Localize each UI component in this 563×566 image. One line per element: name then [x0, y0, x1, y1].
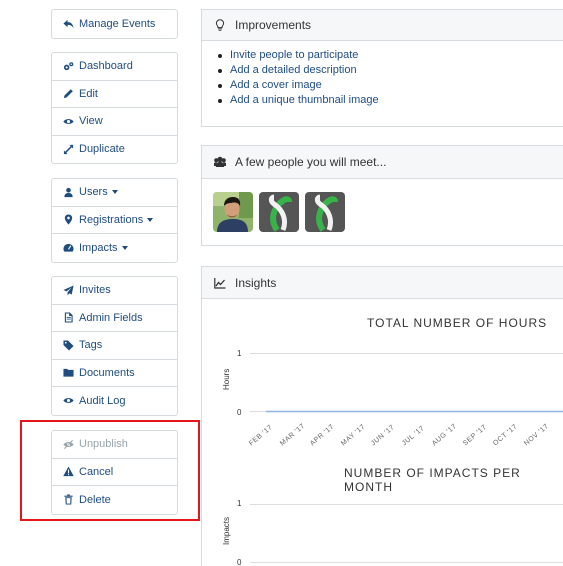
y-axis-label: Impacts: [222, 516, 231, 545]
sidebar-item-tags[interactable]: Tags: [52, 332, 177, 360]
reply-icon: [62, 18, 74, 30]
avatar-list: [202, 179, 563, 232]
improvement-link[interactable]: Add a cover image: [216, 78, 563, 93]
tag-icon: [62, 339, 74, 351]
sidebar-item-audit-log[interactable]: Audit Log: [52, 387, 177, 415]
sidebar-item-dashboard[interactable]: Dashboard: [52, 53, 177, 81]
sidebar-item-registrations[interactable]: Registrations: [52, 207, 177, 234]
eye-icon: [62, 115, 74, 127]
file-text-icon: [62, 312, 74, 324]
sidebar-item-documents[interactable]: Documents: [52, 360, 177, 387]
manage-events-group: Manage Events: [51, 9, 178, 39]
avatar[interactable]: [259, 192, 299, 232]
people-panel: A few people you will meet...: [201, 145, 563, 246]
sidebar-item-label: Documents: [79, 366, 135, 379]
line-chart-icon: [213, 276, 227, 290]
avatar[interactable]: [213, 192, 253, 232]
sidebar-item-label: Dashboard: [79, 60, 133, 73]
map-marker-icon: [62, 214, 74, 226]
sidebar-item-users[interactable]: Users: [52, 179, 177, 207]
gears-icon: [62, 60, 74, 72]
insights-header: Insights: [202, 267, 563, 299]
improvements-header: Improvements: [202, 10, 563, 41]
sidebar-item-label: Admin Fields: [79, 311, 143, 324]
improvements-list: Invite people to participate Add a detai…: [202, 41, 563, 108]
sidebar-item-label: Edit: [79, 87, 98, 100]
hours-chart: [250, 353, 563, 413]
sidebar-item-label: View: [79, 115, 103, 128]
y-tick-label: 1: [237, 349, 242, 358]
sidebar-item-label: Invites: [79, 284, 111, 297]
sidebar-item-impacts[interactable]: Impacts: [52, 234, 177, 262]
improvement-link[interactable]: Add a detailed description: [216, 63, 563, 78]
sidebar-item-invites[interactable]: Invites: [52, 277, 177, 305]
y-tick-label: 0: [237, 408, 242, 417]
y-tick-label: 1: [237, 499, 242, 508]
folder-icon: [62, 367, 74, 379]
y-axis-label: Hours: [222, 368, 231, 390]
chevron-down-icon: [147, 217, 154, 222]
insights-title: Insights: [235, 275, 277, 290]
manage-events-label: Manage Events: [79, 17, 156, 30]
improvements-panel: Improvements Invite people to participat…: [201, 9, 563, 127]
improvements-title: Improvements: [235, 18, 312, 32]
lightbulb-icon: [213, 18, 227, 32]
expand-arrows-icon: [62, 143, 74, 155]
chevron-down-icon: [111, 190, 118, 195]
user-icon: [62, 186, 74, 198]
paper-plane-icon: [62, 284, 74, 296]
highlight-box: [20, 420, 200, 521]
event-actions-group: Dashboard Edit View Duplicate: [51, 52, 178, 164]
sidebar-item-view[interactable]: View: [52, 108, 177, 136]
sidebar-item-edit[interactable]: Edit: [52, 81, 177, 108]
impacts-chart: [250, 504, 563, 563]
people-header: A few people you will meet...: [202, 146, 563, 179]
sidebar-item-label: Audit Log: [79, 394, 126, 407]
improvement-link[interactable]: Invite people to participate: [216, 48, 563, 63]
manage-events-button[interactable]: Manage Events: [52, 10, 177, 38]
sidebar-item-label: Registrations: [79, 213, 144, 226]
chart-title: TOTAL NUMBER OF HOURS: [367, 316, 548, 330]
sidebar-item-admin-fields[interactable]: Admin Fields: [52, 305, 177, 332]
sidebar-item-label: Duplicate: [79, 143, 125, 156]
people-title: A few people you will meet...: [235, 155, 387, 169]
eye-icon: [62, 395, 74, 407]
pencil-icon: [62, 88, 74, 100]
avatar[interactable]: [305, 192, 345, 232]
improvement-link[interactable]: Add a unique thumbnail image: [216, 93, 563, 108]
sidebar-item-label: Tags: [79, 339, 103, 352]
y-tick-label: 0: [237, 558, 242, 566]
tachometer-icon: [62, 242, 74, 254]
admin-actions-group: Invites Admin Fields Tags Documents Audi…: [51, 276, 178, 416]
sidebar-item-label: Users: [79, 186, 108, 199]
users-icon: [213, 155, 227, 169]
sidebar-item-duplicate[interactable]: Duplicate: [52, 136, 177, 164]
people-actions-group: Users Registrations Impacts: [51, 178, 178, 263]
sidebar-item-label: Impacts: [79, 241, 118, 254]
chart-title: NUMBER OF IMPACTS PER MONTH: [344, 466, 521, 494]
chevron-down-icon: [121, 245, 128, 250]
